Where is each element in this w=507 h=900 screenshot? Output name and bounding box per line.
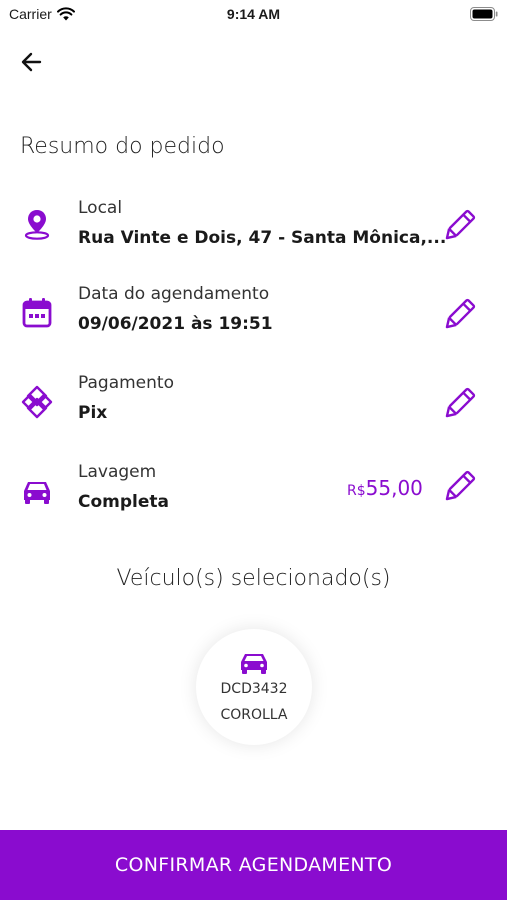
pix-icon — [21, 385, 53, 419]
confirm-schedule-button[interactable]: CONFIRMAR AGENDAMENTO — [0, 830, 507, 900]
vehicles-section-title: Veículo(s) selecionado(s) — [116, 566, 391, 591]
price-amount: 55,00 — [365, 476, 423, 500]
edit-payment-pencil-icon[interactable] — [440, 385, 478, 423]
edit-local-pencil-icon[interactable] — [440, 207, 478, 245]
back-button[interactable] — [18, 48, 46, 76]
status-time: 9:14 AM — [226, 6, 281, 22]
location-pin-icon — [24, 210, 50, 240]
price-currency: R$ — [347, 483, 366, 499]
payment-label: Pagamento — [78, 373, 174, 393]
payment-value: Pix — [78, 403, 108, 423]
edit-wash-pencil-icon[interactable] — [440, 468, 478, 506]
calendar-icon — [22, 298, 52, 328]
local-label: Local — [78, 198, 123, 218]
vehicle-model: COROLLA — [220, 707, 288, 723]
edit-date-pencil-icon[interactable] — [440, 296, 478, 334]
wash-label: Lavagem — [78, 462, 157, 482]
arrow-left-icon — [21, 52, 42, 72]
car-icon — [241, 654, 267, 674]
wash-price: R$55,00 — [347, 476, 423, 500]
summary-row-date: Data do agendamento 09/06/2021 às 19:51 — [0, 284, 507, 348]
wash-value: Completa — [78, 492, 169, 512]
vehicle-card[interactable]: DCD3432 COROLLA — [196, 629, 312, 745]
summary-row-wash: Lavagem Completa R$55,00 — [0, 462, 507, 526]
battery-icon — [470, 7, 498, 21]
status-bar: Carrier 9:14 AM — [0, 0, 507, 28]
vehicle-plate: DCD3432 — [220, 681, 288, 697]
local-value: Rua Vinte e Dois, 47 - Santa Mônica,... — [78, 228, 447, 248]
date-value: 09/06/2021 às 19:51 — [78, 314, 273, 334]
summary-row-payment: Pagamento Pix — [0, 373, 507, 437]
car-icon — [24, 482, 50, 504]
summary-row-local: Local Rua Vinte e Dois, 47 - Santa Mônic… — [0, 198, 507, 262]
date-label: Data do agendamento — [78, 284, 270, 304]
page-title: Resumo do pedido — [20, 134, 225, 159]
